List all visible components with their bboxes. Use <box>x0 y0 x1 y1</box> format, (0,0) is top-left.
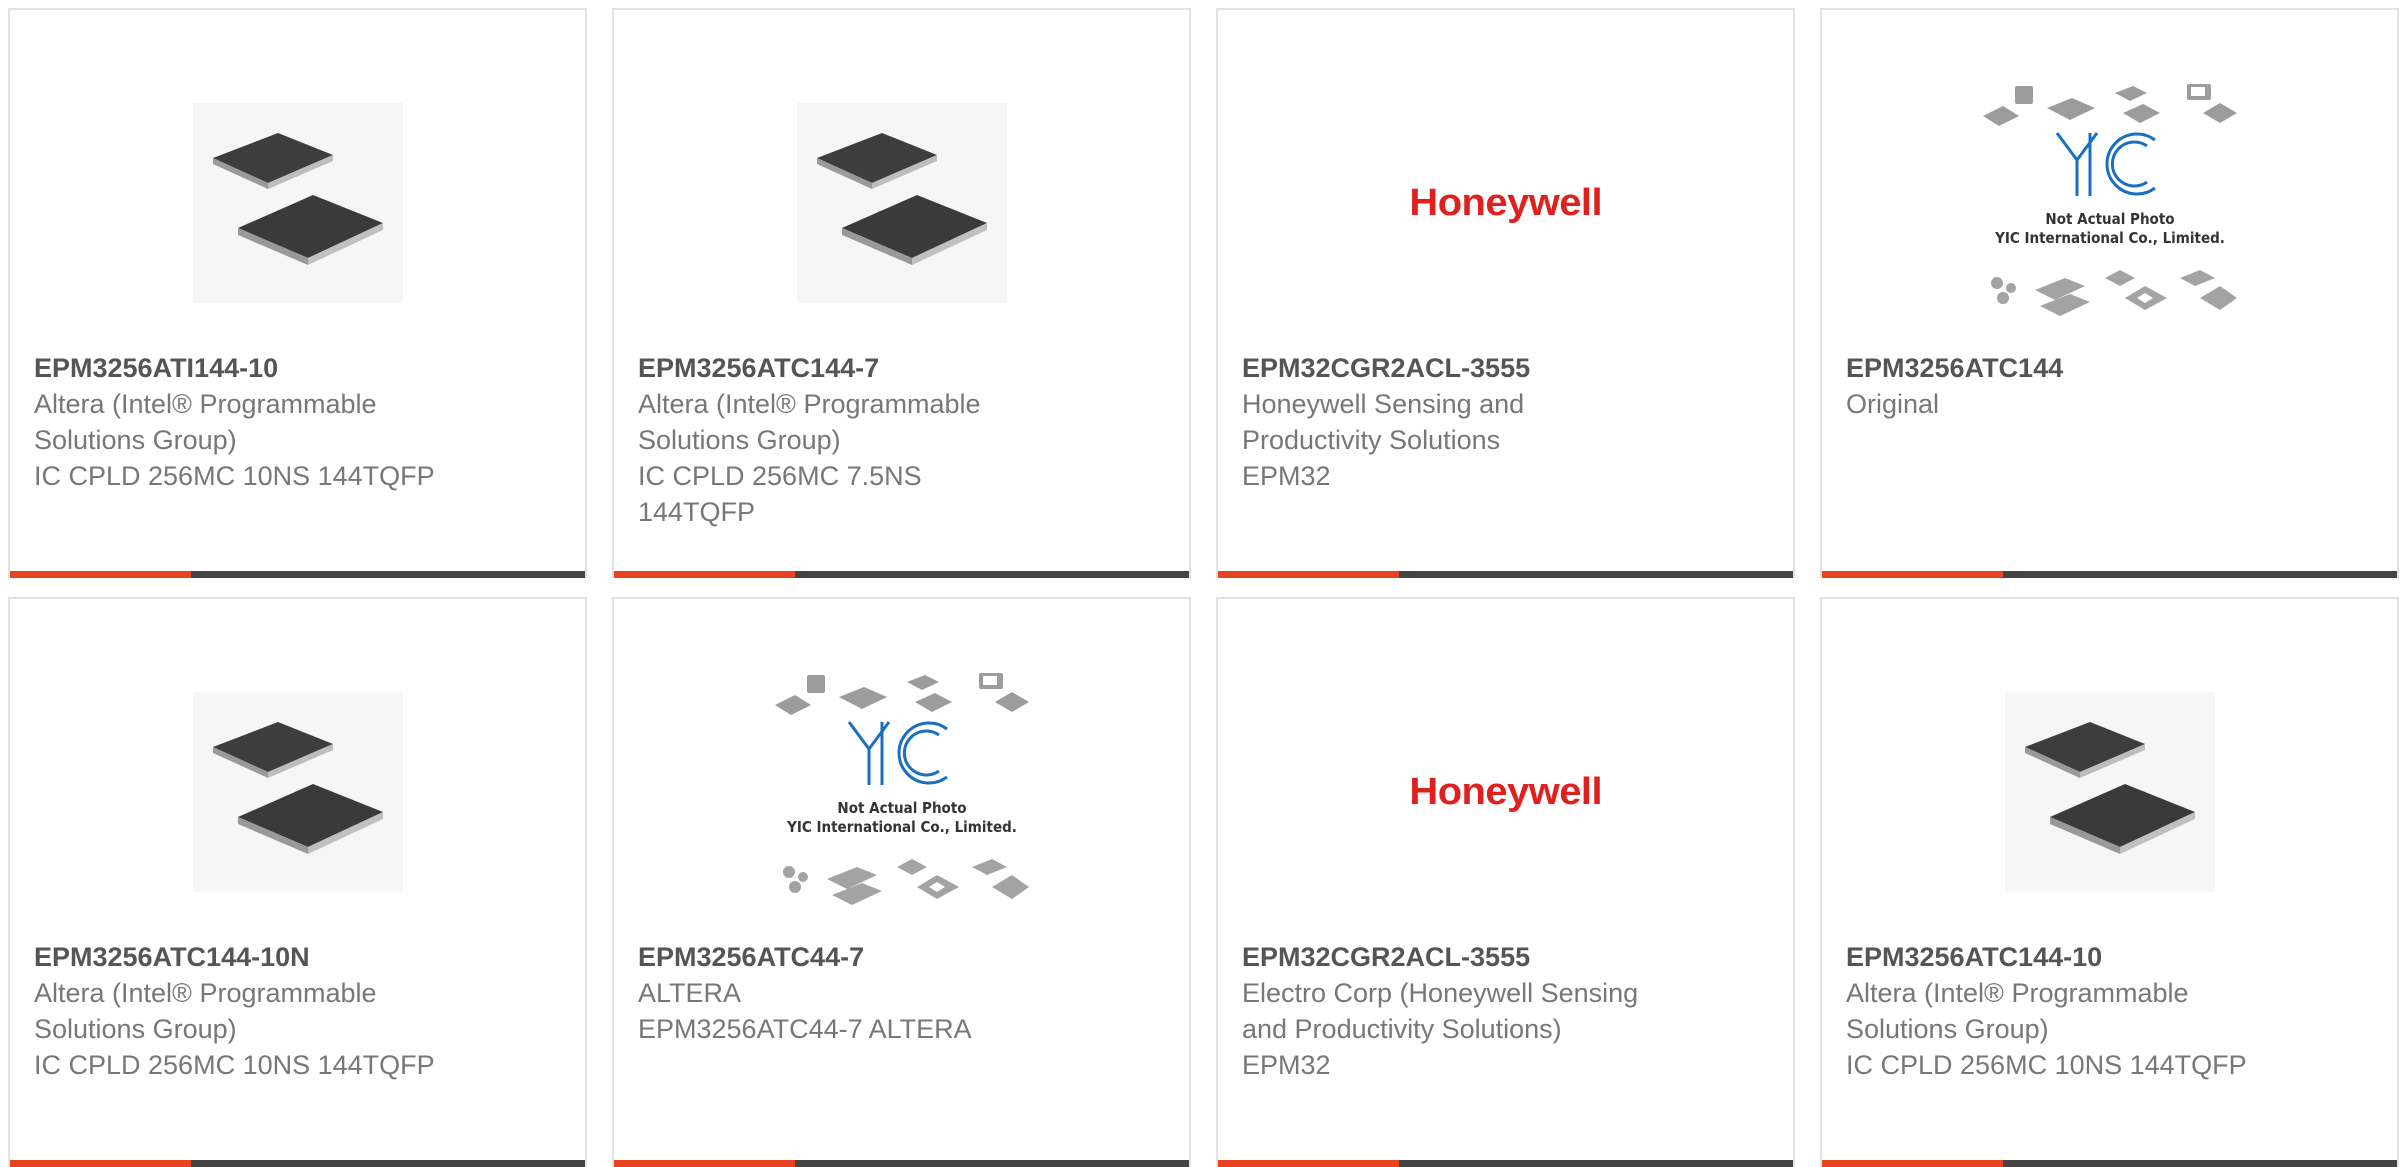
description-line: IC CPLD 256MC 7.5NS <box>638 461 922 491</box>
card-bottom-bar <box>1822 571 2397 578</box>
honeywell-logo: Honeywell <box>1409 770 1602 813</box>
product-card[interactable]: Honeywell EPM32CGR2ACL-3555 Honeywell Se… <box>1216 8 1795 578</box>
manufacturer-line: Solutions Group) <box>34 1014 237 1044</box>
not-actual-photo-icon: Not Actual Photo YIC International Co., … <box>1982 84 2237 316</box>
product-card[interactable]: EPM3256ATC144-7 Altera (Intel® Programma… <box>612 8 1191 578</box>
honeywell-logo: Honeywell <box>1409 181 1602 224</box>
manufacturer-line: Solutions Group) <box>1846 1014 2049 1044</box>
manufacturer-line: and Productivity Solutions) <box>1242 1014 1562 1044</box>
manufacturer-line: ALTERA <box>638 978 742 1008</box>
chip-photo-icon <box>796 103 1007 303</box>
card-bottom-bar <box>614 571 1189 578</box>
part-number[interactable]: EPM32CGR2ACL-3555 <box>1242 939 1673 975</box>
part-number[interactable]: EPM3256ATC144-10N <box>34 939 465 975</box>
product-card[interactable]: EPM3256ATC144-10N Altera (Intel® Program… <box>8 597 587 1167</box>
manufacturer-line: Altera (Intel® Programmable <box>34 389 377 419</box>
manufacturer-line: Honeywell Sensing and <box>1242 389 1525 419</box>
card-bottom-bar <box>1218 1160 1793 1167</box>
manufacturer-line: Altera (Intel® Programmable <box>34 978 377 1008</box>
product-image[interactable] <box>752 78 1052 328</box>
manufacturer-line: Altera (Intel® Programmable <box>1846 978 2189 1008</box>
description-line: Original <box>1846 389 1940 419</box>
manufacturer-line: Productivity Solutions <box>1242 425 1501 455</box>
description-line: IC CPLD 256MC 10NS 144TQFP <box>34 461 435 491</box>
chip-photo-icon <box>192 692 403 892</box>
part-number[interactable]: EPM32CGR2ACL-3555 <box>1242 350 1673 386</box>
product-image[interactable] <box>148 667 448 917</box>
part-number[interactable]: EPM3256ATC144 <box>1846 350 2277 386</box>
manufacturer-line: Altera (Intel® Programmable <box>638 389 981 419</box>
product-image[interactable]: Honeywell <box>1356 667 1656 917</box>
card-bottom-bar <box>614 1160 1189 1167</box>
chip-photo-icon <box>192 103 403 303</box>
placeholder-caption-1: Not Actual Photo <box>837 799 966 817</box>
card-bottom-bar <box>10 571 585 578</box>
description-line: 144TQFP <box>638 497 756 527</box>
product-card[interactable]: EPM3256ATI144-10 Altera (Intel® Programm… <box>8 8 587 578</box>
product-card[interactable]: EPM3256ATC144-10 Altera (Intel® Programm… <box>1820 597 2399 1167</box>
part-number[interactable]: EPM3256ATC144-7 <box>638 350 1069 386</box>
description-line: EPM3256ATC44-7 ALTERA <box>638 1014 972 1044</box>
product-image[interactable]: Not Actual Photo YIC International Co., … <box>752 667 1052 917</box>
manufacturer-line: Electro Corp (Honeywell Sensing <box>1242 978 1639 1008</box>
product-grid: EPM3256ATI144-10 Altera (Intel® Programm… <box>8 8 2399 1167</box>
manufacturer-line: Solutions Group) <box>34 425 237 455</box>
placeholder-caption-2: YIC International Co., Limited. <box>1994 229 2225 247</box>
product-image[interactable]: Not Actual Photo YIC International Co., … <box>1960 78 2260 328</box>
part-number[interactable]: EPM3256ATC44-7 <box>638 939 1069 975</box>
part-number[interactable]: EPM3256ATI144-10 <box>34 350 465 386</box>
description-line: EPM32 <box>1242 1050 1331 1080</box>
card-bottom-bar <box>1822 1160 2397 1167</box>
manufacturer-line: Solutions Group) <box>638 425 841 455</box>
product-image[interactable] <box>1960 667 2260 917</box>
chip-photo-icon <box>2004 692 2215 892</box>
part-number[interactable]: EPM3256ATC144-10 <box>1846 939 2277 975</box>
description-line: IC CPLD 256MC 10NS 144TQFP <box>1846 1050 2247 1080</box>
description-line: IC CPLD 256MC 10NS 144TQFP <box>34 1050 435 1080</box>
card-bottom-bar <box>1218 571 1793 578</box>
description-line: EPM32 <box>1242 461 1331 491</box>
placeholder-caption-2: YIC International Co., Limited. <box>786 818 1017 836</box>
not-actual-photo-icon: Not Actual Photo YIC International Co., … <box>774 673 1029 905</box>
product-card[interactable]: Honeywell EPM32CGR2ACL-3555 Electro Corp… <box>1216 597 1795 1167</box>
card-bottom-bar <box>10 1160 585 1167</box>
product-image[interactable]: Honeywell <box>1356 78 1656 328</box>
product-card[interactable]: Not Actual Photo YIC International Co., … <box>612 597 1191 1167</box>
product-card[interactable]: Not Actual Photo YIC International Co., … <box>1820 8 2399 578</box>
placeholder-caption-1: Not Actual Photo <box>2045 210 2174 228</box>
product-image[interactable] <box>148 78 448 328</box>
